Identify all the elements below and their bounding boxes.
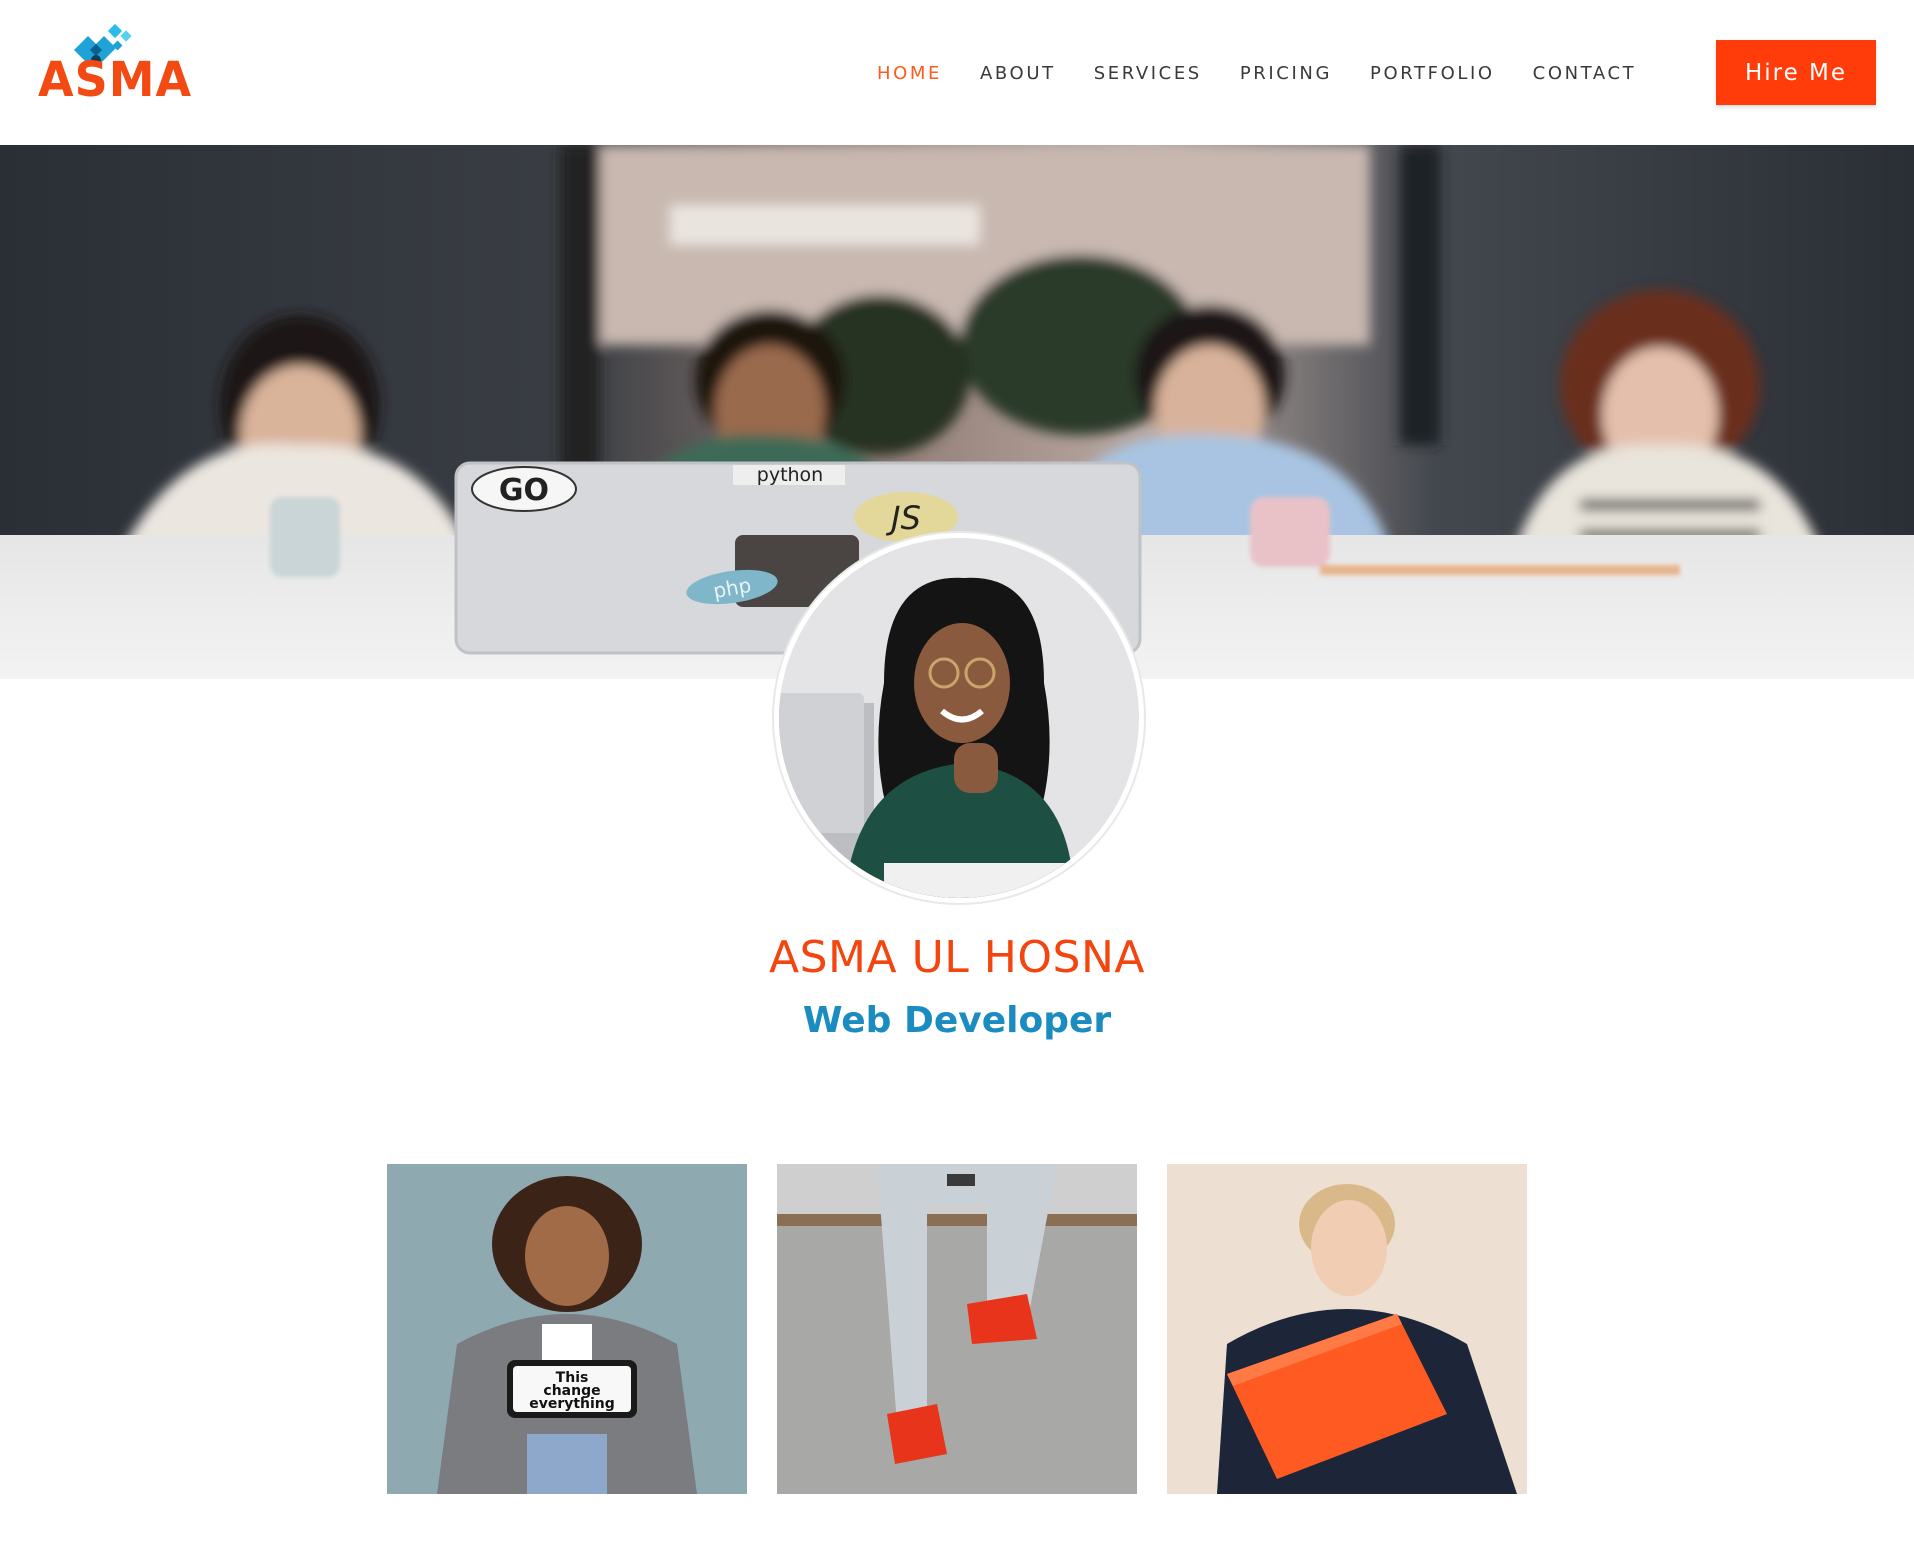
tablet-text-line3: everything [529, 1396, 615, 1412]
gallery-image-woman-folder[interactable] [1167, 1164, 1527, 1494]
nav-pricing[interactable]: PRICING [1240, 62, 1332, 86]
nav-about[interactable]: ABOUT [980, 62, 1056, 86]
python-sticker-text: python [757, 464, 823, 486]
profile-role: Web Developer [802, 1000, 1112, 1041]
logo-text: ASMA [38, 50, 193, 108]
hire-me-button[interactable]: Hire Me [1716, 40, 1876, 105]
nav-home[interactable]: HOME [877, 62, 942, 86]
nav-contact[interactable]: CONTACT [1533, 62, 1637, 86]
gallery-image-woman-tablet[interactable]: This change everything [387, 1164, 747, 1494]
js-sticker-text: JS [885, 499, 921, 537]
portfolio-gallery: This change everything [387, 1164, 1557, 1494]
main-nav: HOME ABOUT SERVICES PRICING PORTFOLIO CO… [877, 62, 1674, 86]
site-header: ASMA HOME ABOUT SERVICES PRICING PORTFOL… [0, 0, 1914, 145]
nav-portfolio[interactable]: PORTFOLIO [1370, 62, 1495, 86]
profile-avatar [774, 533, 1144, 903]
go-sticker-text: GO [499, 473, 549, 508]
gallery-image-red-sneakers[interactable] [777, 1164, 1137, 1494]
site-logo[interactable]: ASMA [38, 22, 191, 103]
nav-services[interactable]: SERVICES [1094, 62, 1202, 86]
profile-name: ASMA UL HOSNA [769, 932, 1145, 983]
